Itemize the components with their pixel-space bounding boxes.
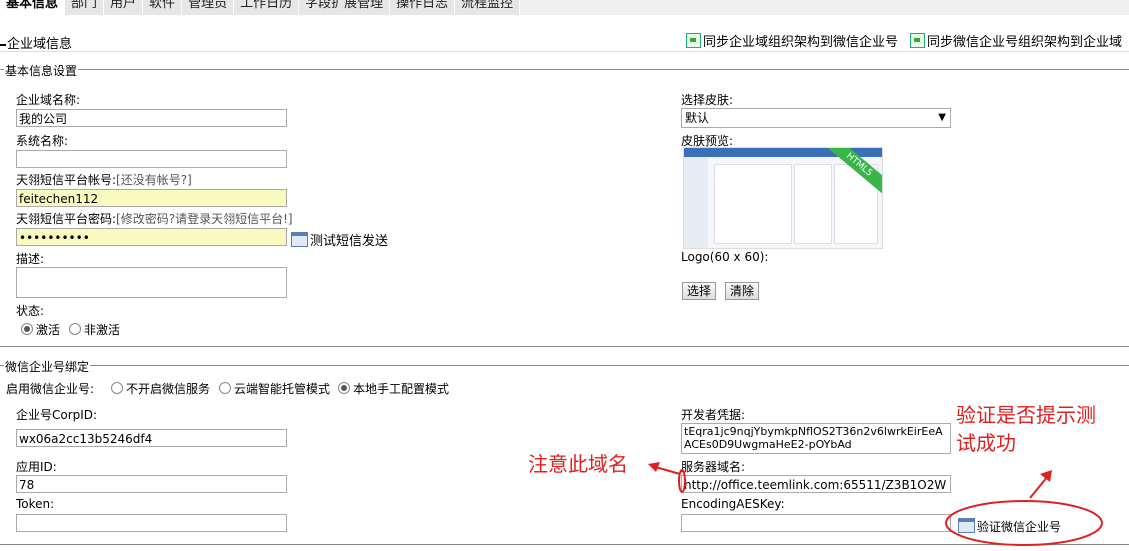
- annotation-verify-ellipse: [945, 500, 1103, 546]
- annotation-arrow: [1029, 475, 1049, 499]
- annotation-overlay: [648, 462, 1103, 546]
- annotation-arrowhead: [1040, 470, 1052, 482]
